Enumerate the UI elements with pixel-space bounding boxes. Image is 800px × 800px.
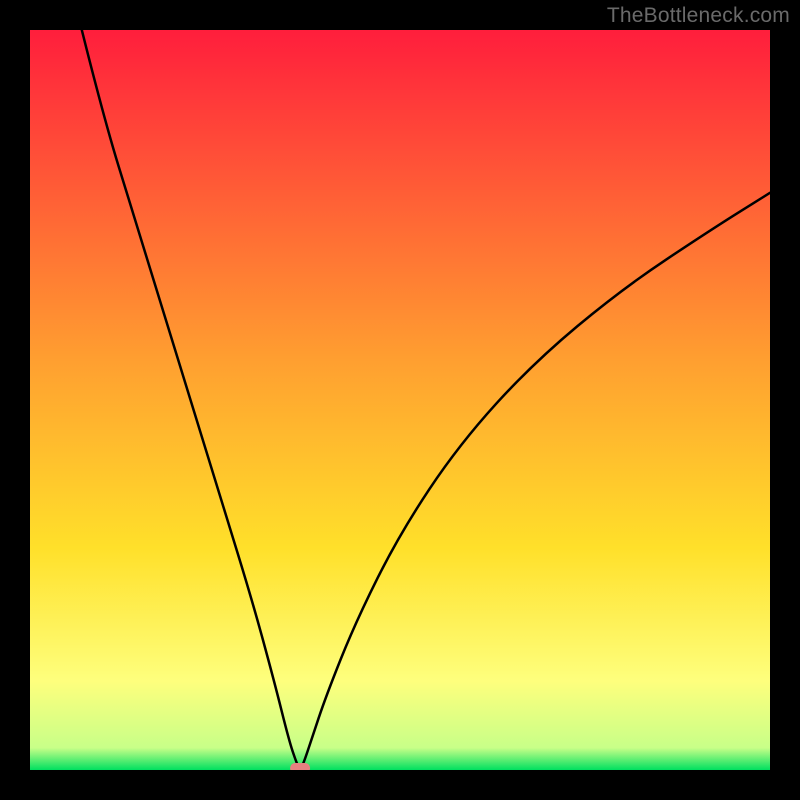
watermark-text: TheBottleneck.com — [607, 4, 790, 28]
gradient-background — [30, 30, 770, 770]
plot-area — [30, 30, 770, 770]
chart-svg — [30, 30, 770, 770]
chart-frame: TheBottleneck.com — [0, 0, 800, 800]
optimal-marker — [290, 763, 310, 770]
